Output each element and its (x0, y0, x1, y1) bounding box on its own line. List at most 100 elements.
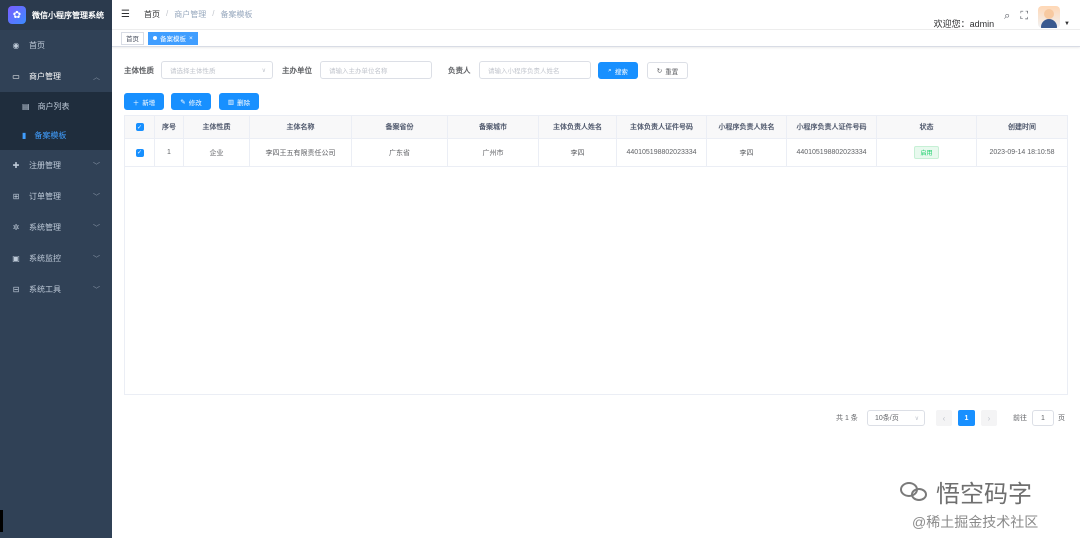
checkbox-checked-icon: ✓ (135, 148, 144, 157)
sidebar-item-system[interactable]: ✲ 系统管理 ﹀ (0, 212, 112, 243)
top-navbar: ☰ 首页 / 商户管理 / 备案模板 欢迎您：admin ⌕ ⛶ ▼ (112, 0, 1080, 30)
sidebar-brand[interactable]: ✿ 微信小程序管理系统 (0, 0, 112, 30)
row-checkbox[interactable]: ✓ (125, 139, 155, 166)
table-cell: 2023-09-14 18:10:58 (989, 149, 1055, 156)
owner-input[interactable]: 请输入小程序负责人姓名 (479, 61, 591, 79)
org-label: 主办单位 (282, 66, 312, 75)
table-header-cell[interactable]: 主体负责人姓名 (539, 116, 617, 138)
sidebar-item-monitor[interactable]: ▣ 系统监控 ﹀ (0, 243, 112, 274)
chevron-down-icon: ﹀ (93, 224, 100, 232)
breadcrumb-item: 备案模板 (220, 10, 253, 19)
template-icon: ▮ (22, 131, 27, 140)
tag-home[interactable]: 首页 (121, 31, 144, 45)
caret-down-icon[interactable]: ▼ (1064, 21, 1070, 27)
gear-icon: ✲ (12, 223, 20, 232)
table-header-row: ✓ 序号 主体性质 主体名称 备案省份 备案城市 主体负责人姓名 主体负责人证件… (125, 116, 1067, 139)
button-label: 新增 (142, 99, 156, 107)
watermark-text: 悟空码字 (936, 481, 1032, 508)
add-button[interactable]: ＋ 新增 (124, 93, 164, 110)
breadcrumb-item[interactable]: 首页 (144, 9, 160, 20)
table-header-cell[interactable]: 主体名称 (250, 116, 352, 138)
search-button[interactable]: ⌕ 搜索 (598, 62, 638, 79)
avatar[interactable] (1038, 5, 1061, 28)
page-number-button[interactable]: 1 (958, 410, 975, 426)
table-cell: 李四王五有限责任公司 (250, 139, 352, 166)
table-cell: 440105198802023334 (787, 139, 877, 166)
table-cell: 启用 (877, 139, 977, 166)
active-dot-icon (153, 36, 157, 40)
edit-button[interactable]: ✎ 修改 (171, 93, 211, 110)
sidebar-item-orders[interactable]: ⊞ 订单管理 ﹀ (0, 181, 112, 212)
search-icon: ⌕ (608, 66, 612, 74)
org-input[interactable]: 请输入主办单位名称 (320, 61, 432, 79)
table-cell: 广东省 (352, 139, 448, 166)
table-header-cell[interactable]: 序号 (155, 116, 184, 138)
sidebar-item-tools[interactable]: ⊟ 系统工具 ﹀ (0, 274, 112, 305)
sidebar-scroll-indicator (0, 510, 3, 532)
fullscreen-icon[interactable]: ⛶ (1020, 10, 1028, 23)
table-row[interactable]: ✓ 1 企业 李四王五有限责任公司 广东省 广州市 李四 44010519880… (125, 139, 1067, 167)
button-label: 重置 (665, 68, 679, 76)
table-header-cell[interactable]: 小程序负责人证件号码 (787, 116, 877, 138)
goto-page-input[interactable]: 1 (1032, 410, 1054, 426)
next-page-button[interactable]: › (981, 410, 997, 426)
sidebar: ✿ 微信小程序管理系统 ◉ 首页 ▭ 商户管理 ︿ ▤ 商户列表 ▮ 备案模板 … (0, 0, 112, 538)
reset-button[interactable]: ↻ 重置 (647, 62, 688, 79)
close-icon[interactable]: × (189, 35, 193, 42)
list-icon: ▤ (22, 102, 30, 111)
table-cell: 1 (155, 139, 184, 166)
page-size-value: 10条/页 (875, 415, 899, 422)
prev-page-button[interactable]: ‹ (936, 410, 952, 426)
edit-icon: ✎ (180, 98, 186, 106)
table-header-cell[interactable]: 主体性质 (184, 116, 250, 138)
goto-label: 前往 (1013, 415, 1027, 422)
chevron-down-icon: ﹀ (93, 193, 100, 201)
sidebar-subitem-merchant-list[interactable]: ▤ 商户列表 (0, 92, 112, 121)
subject-type-select[interactable]: 请选择主体性质 ∨ (161, 61, 273, 79)
sidebar-item-register[interactable]: ✚ 注册管理 ﹀ (0, 150, 112, 181)
tag-filing-template[interactable]: 备案模板 × (148, 31, 198, 45)
sidebar-item-merchant[interactable]: ▭ 商户管理 ︿ (0, 61, 112, 92)
sidebar-subitem-filing-template[interactable]: ▮ 备案模板 (0, 121, 112, 150)
chevron-down-icon: ∨ (914, 415, 919, 422)
breadcrumb-item: 商户管理 (174, 10, 207, 19)
button-label: 搜索 (614, 68, 628, 76)
table-cell: 李四 (707, 139, 787, 166)
tag-label: 备案模板 (160, 36, 186, 43)
sidebar-item-home[interactable]: ◉ 首页 (0, 30, 112, 61)
header-right: 欢迎您：admin ⌕ ⛶ ▼ (934, 3, 1070, 30)
search-icon[interactable]: ⌕ (1004, 10, 1010, 23)
wechat-icon (900, 480, 930, 504)
table-header-cell[interactable]: 主体负责人证件号码 (617, 116, 707, 138)
delete-button[interactable]: ▥ 删除 (219, 93, 259, 110)
table-header-cell[interactable]: 备案省份 (352, 116, 448, 138)
sidebar-item-label: 首页 (29, 41, 45, 50)
table-cell: 企业 (184, 139, 250, 166)
cart-icon: ⊞ (12, 192, 20, 201)
chevron-up-icon: ︿ (93, 73, 100, 81)
select-placeholder: 请选择主体性质 (170, 68, 216, 75)
sidebar-item-label: 备案模板 (34, 131, 67, 140)
table-header-cell[interactable]: 状态 (877, 116, 977, 138)
pagination-total: 共 1 条 (836, 415, 858, 422)
chevron-down-icon: ∨ (261, 67, 266, 74)
select-all-checkbox[interactable]: ✓ (125, 116, 155, 138)
subject-type-label: 主体性质 (124, 66, 154, 75)
input-placeholder: 请输入小程序负责人姓名 (488, 68, 560, 75)
owner-label: 负责人 (448, 66, 471, 75)
page-size-select[interactable]: 10条/页 ∨ (867, 410, 925, 426)
table-header-cell[interactable]: 备案城市 (448, 116, 539, 138)
button-label: 删除 (237, 99, 251, 107)
monitor-icon: ▣ (12, 254, 20, 263)
table-header-cell[interactable]: 小程序负责人姓名 (707, 116, 787, 138)
table-cell: 440105198802023334 (617, 139, 707, 166)
tool-icon: ⊟ (12, 285, 20, 294)
breadcrumb-separator: / (165, 9, 169, 18)
watermark-title: 悟空码字 (900, 474, 1032, 509)
register-icon: ✚ (12, 161, 20, 170)
hamburger-icon[interactable]: ☰ (121, 9, 130, 20)
table-header-cell[interactable]: 创建时间 (977, 116, 1067, 138)
sidebar-item-label: 系统管理 (29, 223, 61, 232)
sidebar-item-label: 系统监控 (29, 254, 61, 263)
sidebar-item-label: 系统工具 (29, 285, 61, 294)
